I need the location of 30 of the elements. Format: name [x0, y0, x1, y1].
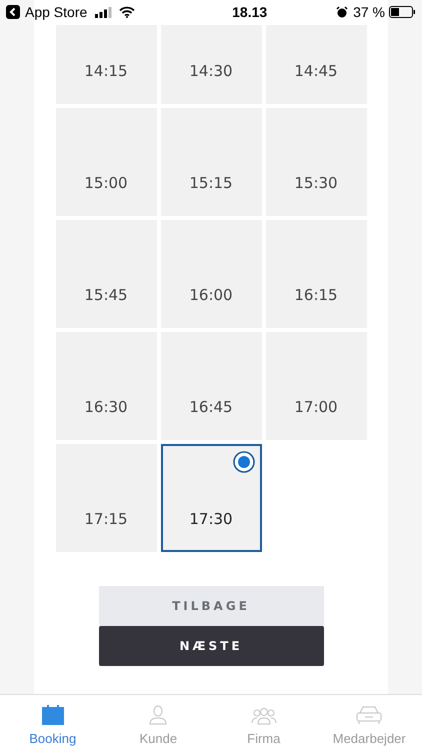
time-slot[interactable]: 15:45: [56, 220, 156, 328]
back-button[interactable]: TILBAGE: [98, 586, 324, 626]
back-app-label: App Store: [25, 4, 88, 20]
time-slot[interactable]: 15:30: [266, 108, 366, 216]
car-icon: [355, 705, 384, 725]
tab-item[interactable]: Booking: [0, 695, 106, 750]
time-slot[interactable]: 16:00: [160, 220, 262, 328]
signal-icon: [95, 6, 114, 18]
time-slot[interactable]: 17:30: [160, 444, 262, 552]
alarm-icon: [336, 6, 348, 18]
wifi-icon: [119, 6, 136, 18]
time-slot[interactable]: 14:45: [266, 25, 366, 104]
status-time: 18.13: [232, 4, 268, 20]
next-button[interactable]: NÆSTE: [98, 626, 324, 666]
radio-selected-icon: [232, 451, 254, 473]
back-icon[interactable]: [6, 5, 20, 19]
group-icon: [250, 707, 277, 725]
time-slot[interactable]: 15:00: [56, 108, 156, 216]
time-slot[interactable]: 14:15: [56, 25, 156, 104]
person-icon: [148, 705, 168, 725]
time-slot[interactable]: 16:30: [56, 332, 156, 440]
battery-icon: [389, 6, 416, 18]
battery-percent: 37 %: [353, 4, 385, 20]
time-slot[interactable]: 16:15: [266, 220, 366, 328]
time-slot[interactable]: 16:45: [160, 332, 262, 440]
time-slot[interactable]: 14:30: [160, 25, 262, 104]
time-slot[interactable]: 17:00: [266, 332, 366, 440]
time-slot[interactable]: 15:15: [160, 108, 262, 216]
time-slot[interactable]: 17:15: [56, 444, 156, 552]
calendar-icon: [42, 705, 64, 725]
